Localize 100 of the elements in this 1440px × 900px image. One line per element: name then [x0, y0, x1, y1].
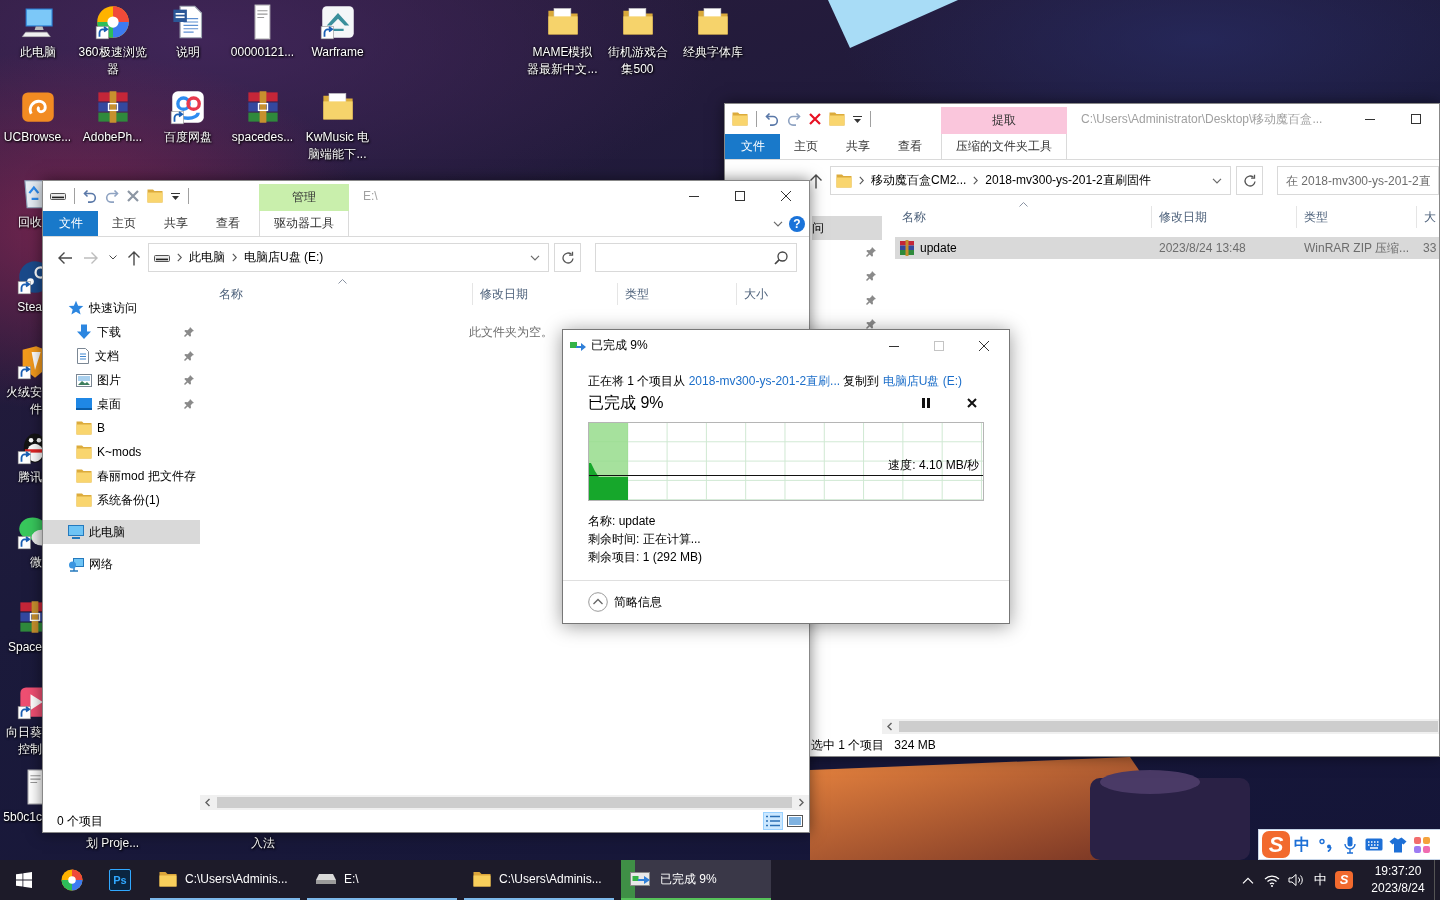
column-header[interactable]: 类型: [617, 283, 736, 305]
breadcrumb[interactable]: 此电脑: [189, 249, 225, 266]
chevron-down-icon[interactable]: [109, 255, 117, 260]
redo-icon[interactable]: [787, 112, 801, 126]
undo-icon[interactable]: [765, 112, 779, 126]
source-folder-link[interactable]: 2018-mv300-ys-201-2直刷...: [688, 374, 841, 388]
nav-item[interactable]: K~mods: [43, 440, 200, 464]
scrollbar-thumb[interactable]: [899, 721, 1438, 732]
horizontal-scrollbar[interactable]: [200, 795, 809, 810]
chevron-down-icon[interactable]: [773, 220, 783, 227]
chevron-up-icon[interactable]: [1242, 876, 1254, 884]
desktop-item[interactable]: 微: [0, 510, 42, 571]
search-icon[interactable]: [774, 250, 788, 265]
ribbon-tab[interactable]: 主页: [780, 134, 832, 159]
delete-icon[interactable]: [809, 113, 821, 125]
breadcrumb[interactable]: 电脑店U盘 (E:): [244, 249, 324, 266]
volume-icon[interactable]: [1288, 873, 1304, 887]
desktop-item[interactable]: KwMusic 电 脑端能下...: [300, 85, 375, 163]
breadcrumb[interactable]: 移动魔百盒CM2...: [871, 172, 967, 189]
ribbon-tab[interactable]: 共享: [832, 134, 884, 159]
desktop-item[interactable]: UCBrowse...: [0, 85, 75, 146]
app-tile[interactable]: Ps: [109, 869, 131, 891]
up-arrow-icon[interactable]: [809, 172, 823, 189]
back-arrow-icon[interactable]: [57, 250, 73, 265]
drive-icon[interactable]: [50, 190, 66, 202]
column-header[interactable]: 大小: [736, 283, 806, 305]
nav-item[interactable]: 文档: [43, 344, 200, 368]
chevron-right-icon[interactable]: [859, 176, 864, 185]
nav-item[interactable]: 网络: [43, 552, 200, 576]
desktop-item[interactable]: 说明: [150, 0, 225, 61]
chevron-right-icon[interactable]: [973, 176, 979, 185]
nav-item[interactable]: 快速访问: [43, 296, 200, 320]
desktop-item[interactable]: 360极速浏览 器: [75, 0, 150, 78]
undo-icon[interactable]: [83, 189, 97, 203]
ribbon-tab[interactable]: 驱动器工具: [259, 211, 349, 237]
redo-icon[interactable]: [105, 189, 119, 203]
help-button[interactable]: ?: [789, 215, 805, 232]
taskbar-button[interactable]: C:\Users\Adminis...: [150, 860, 300, 900]
nav-item[interactable]: 问: [812, 216, 882, 240]
input-mode-button[interactable]: 中: [1294, 835, 1310, 854]
desktop-item[interactable]: spacedes...: [225, 85, 300, 146]
shirt-icon[interactable]: [1389, 836, 1407, 853]
details-toggle[interactable]: 简略信息: [588, 592, 662, 612]
refresh-button[interactable]: [1236, 166, 1263, 195]
desktop-item[interactable]: 回收: [0, 170, 42, 231]
desktop-item[interactable]: 划 Proje...: [75, 835, 150, 852]
input-mode-indicator[interactable]: 中: [1308, 871, 1332, 889]
chevron-down-icon[interactable]: [530, 254, 540, 261]
horizontal-scrollbar[interactable]: [882, 719, 1439, 734]
view-button[interactable]: [763, 812, 783, 830]
app-grid-icon[interactable]: [1414, 836, 1430, 853]
address-bar[interactable]: 此电脑 电脑店U盘 (E:): [148, 243, 549, 272]
desktop-item[interactable]: 入法: [225, 835, 300, 852]
ribbon-tab[interactable]: 主页: [98, 211, 150, 236]
desktop-item[interactable]: AdobePh...: [75, 85, 150, 146]
view-button[interactable]: [785, 812, 805, 830]
swirl-icon[interactable]: [60, 868, 84, 892]
nav-item[interactable]: 桌面: [43, 392, 200, 416]
column-header[interactable]: 名称: [895, 206, 1151, 228]
nav-item[interactable]: 春丽mod 把文件存: [43, 464, 200, 488]
ribbon-tab[interactable]: 共享: [150, 211, 202, 236]
up-arrow-icon[interactable]: [127, 249, 141, 266]
ribbon-tab[interactable]: 压缩的文件夹工具: [941, 134, 1067, 160]
desktop-item[interactable]: MAME模拟 器最新中文...: [525, 0, 600, 78]
file-tab[interactable]: 文件: [43, 211, 98, 236]
taskbar-button[interactable]: 已完成 9%: [621, 860, 771, 900]
taskbar-button[interactable]: C:\Users\Adminis...: [464, 860, 614, 900]
column-header[interactable]: 大: [1416, 206, 1437, 228]
desktop-item[interactable]: 街机游戏合 集500: [600, 0, 675, 78]
clock-date[interactable]: 2023/8/24: [1371, 880, 1425, 897]
desktop-item[interactable]: 5b0c1c: [0, 765, 42, 826]
desktop-item[interactable]: 00000121...: [225, 0, 300, 61]
chevron-right-icon[interactable]: [232, 253, 237, 262]
dropdown-icon[interactable]: [853, 114, 862, 124]
breadcrumb[interactable]: 2018-mv300-ys-201-2直刷固件: [985, 172, 1151, 189]
column-header[interactable]: 类型: [1296, 206, 1416, 228]
ribbon-tab[interactable]: 查看: [884, 134, 936, 159]
nav-item[interactable]: 此电脑: [43, 520, 200, 544]
column-header[interactable]: 修改日期: [472, 283, 617, 305]
clock-time[interactable]: 19:37:20: [1374, 863, 1422, 880]
search-field[interactable]: 在 2018-mv300-ys-201-2直: [1277, 166, 1439, 195]
file-tab[interactable]: 文件: [725, 134, 780, 159]
column-header[interactable]: 名称: [212, 283, 472, 305]
desktop-item[interactable]: Warframe: [300, 0, 375, 61]
nav-item[interactable]: B: [43, 416, 200, 440]
desktop-item[interactable]: 经典字体库: [675, 0, 750, 61]
dropdown-icon[interactable]: [171, 191, 180, 201]
search-field[interactable]: [595, 243, 797, 272]
destination-link[interactable]: 电脑店U盘 (E:): [882, 374, 963, 388]
chevron-right-icon[interactable]: [177, 253, 182, 262]
column-header[interactable]: 修改日期: [1151, 206, 1296, 228]
ribbon-tab[interactable]: 查看: [202, 211, 254, 236]
file-row[interactable]: update 2023/8/24 13:48 WinRAR ZIP 压缩... 33: [895, 237, 1439, 259]
taskbar-button[interactable]: E:\: [307, 860, 457, 900]
scrollbar-thumb[interactable]: [217, 797, 792, 808]
keyboard-icon[interactable]: [1365, 838, 1383, 851]
microphone-icon[interactable]: [1344, 835, 1356, 854]
desktop-item[interactable]: 此电脑: [0, 0, 75, 61]
punctuation-icon[interactable]: [1319, 837, 1333, 852]
chevron-down-icon[interactable]: [1212, 177, 1222, 184]
